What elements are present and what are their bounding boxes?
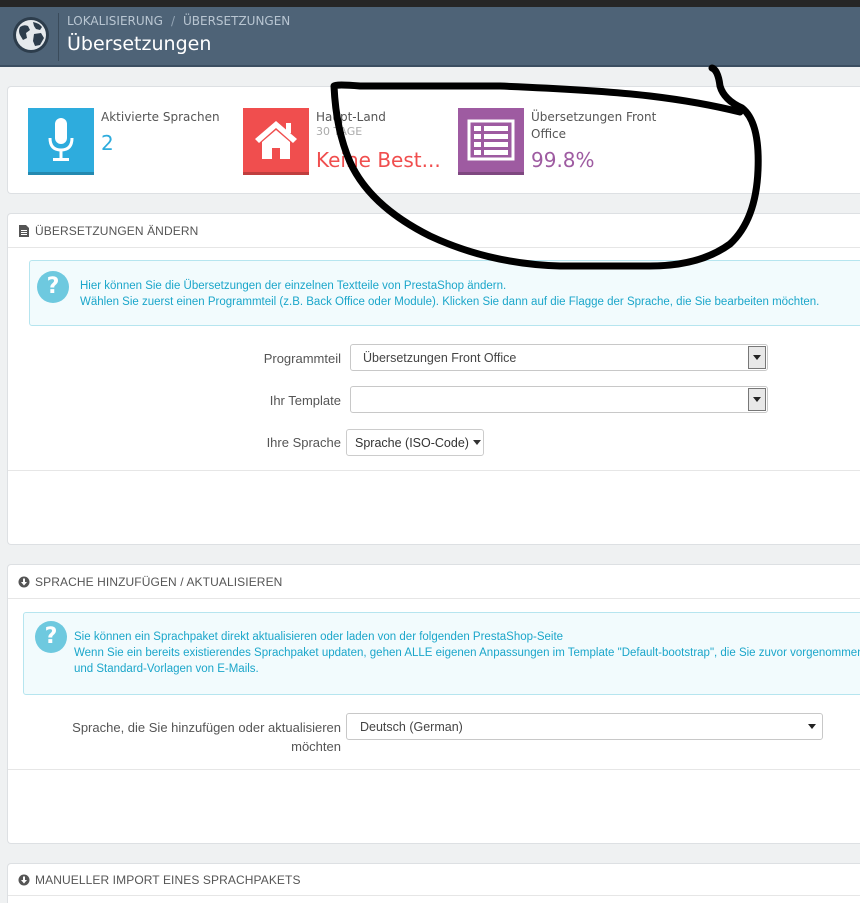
page-header: LOKALISIERUNG / ÜBERSETZUNGEN Übersetzunge… (0, 7, 860, 67)
kpi-value: Keine Best... (316, 148, 441, 172)
dropdown-value: Sprache (ISO-Code) (355, 435, 469, 450)
language-label: Ihre Sprache (266, 435, 341, 450)
kpi-value: 2 (101, 131, 114, 155)
label-line-1: Sprache, die Sie hinzufügen oder aktuali… (72, 720, 341, 735)
edit-translations-panel: ÜBERSETZUNGEN ÄNDERN ? Hier können Sie d… (7, 213, 860, 545)
alert-text: Sie können ein Sprachpaket direkt aktual… (74, 629, 860, 677)
alert-text: Hier können Sie die Übersetzungen der ei… (80, 278, 819, 310)
kpi-title: Übersetzungen Front Office (531, 109, 656, 143)
programmteil-label: Programmteil (263, 351, 341, 366)
select-value: Übersetzungen Front Office (363, 350, 517, 365)
caret-down-icon (808, 724, 816, 729)
panel-heading: SPRACHE HINZUFÜGEN / AKTUALISIEREN (8, 565, 860, 599)
list-icon (458, 108, 524, 175)
add-language-select[interactable]: Deutsch (German) (346, 713, 823, 740)
panel-heading: MANUELLER IMPORT EINES SPRACHPAKETS (8, 864, 860, 896)
header-divider (58, 13, 59, 61)
panel-title: MANUELLER IMPORT EINES SPRACHPAKETS (35, 872, 301, 887)
alert-line: Wählen Sie zuerst einen Programmteil (z.… (80, 296, 820, 308)
panel-title: ÜBERSETZUNGEN ÄNDERN (35, 223, 199, 238)
breadcrumb-item-lokalisierung[interactable]: LOKALISIERUNG (67, 14, 163, 28)
kpi-value: 99.8% (531, 148, 595, 172)
chevron-down-icon (748, 388, 766, 411)
kpi-panel: Aktivierte Sprachen 2 Haupt-Land 30 TAGE… (7, 86, 860, 194)
caret-down-icon (472, 440, 481, 445)
home-icon (243, 108, 309, 175)
add-language-panel: SPRACHE HINZUFÜGEN / AKTUALISIEREN ? Sie… (7, 564, 860, 844)
alert-line: Wenn Sie ein bereits existierendes Sprac… (74, 647, 860, 659)
select-value: Deutsch (German) (360, 719, 463, 734)
panel-title: SPRACHE HINZUFÜGEN / AKTUALISIEREN (35, 574, 283, 589)
top-bar (0, 0, 860, 7)
add-language-label: Sprache, die Sie hinzufügen oder aktuali… (48, 718, 341, 756)
kpi-active-languages[interactable]: Aktivierte Sprachen 2 (28, 108, 228, 178)
globe-icon (13, 17, 49, 53)
alert-line: Sie können ein Sprachpaket direkt aktual… (74, 631, 564, 643)
panel-footer-divider (8, 769, 860, 770)
kpi-subtitle: 30 TAGE (316, 125, 363, 138)
alert-line: und Standard-Vorlagen von E-Mails. (74, 663, 259, 675)
template-label: Ihr Template (269, 393, 341, 408)
alert-line: Hier können Sie die Übersetzungen der ei… (80, 280, 507, 292)
download-circle-icon (18, 576, 30, 587)
kpi-title: Haupt-Land (316, 110, 386, 124)
label-line-2: möchten (291, 739, 341, 754)
breadcrumb-separator: / (170, 14, 175, 28)
kpi-main-country[interactable]: Haupt-Land 30 TAGE Keine Best... (243, 108, 453, 178)
manual-import-panel: MANUELLER IMPORT EINES SPRACHPAKETS (7, 863, 860, 903)
download-circle-icon (18, 874, 30, 885)
info-alert: ? Hier können Sie die Übersetzungen der … (29, 260, 860, 326)
panel-footer-divider (8, 470, 860, 471)
document-icon (19, 224, 29, 237)
programmteil-select[interactable]: Übersetzungen Front Office (350, 344, 768, 371)
question-icon: ? (35, 621, 67, 653)
kpi-title-line-2: Office (531, 127, 567, 141)
template-select[interactable] (350, 386, 768, 413)
page-title: Übersetzungen (67, 33, 212, 55)
kpi-title: Aktivierte Sprachen (101, 110, 220, 124)
panel-heading: ÜBERSETZUNGEN ÄNDERN (8, 214, 860, 248)
kpi-title-line-1: Übersetzungen Front (531, 110, 657, 124)
chevron-down-icon (748, 346, 766, 369)
breadcrumb-item-uebersetzungen[interactable]: ÜBERSETZUNGEN (183, 14, 290, 28)
microphone-icon (28, 108, 94, 175)
kpi-front-office-translations[interactable]: Übersetzungen Front Office 99.8% (458, 108, 678, 178)
breadcrumb: LOKALISIERUNG / ÜBERSETZUNGEN (67, 14, 290, 28)
language-dropdown-button[interactable]: Sprache (ISO-Code) (346, 429, 484, 456)
info-alert: ? Sie können ein Sprachpaket direkt aktu… (23, 612, 860, 695)
question-icon: ? (37, 271, 69, 303)
